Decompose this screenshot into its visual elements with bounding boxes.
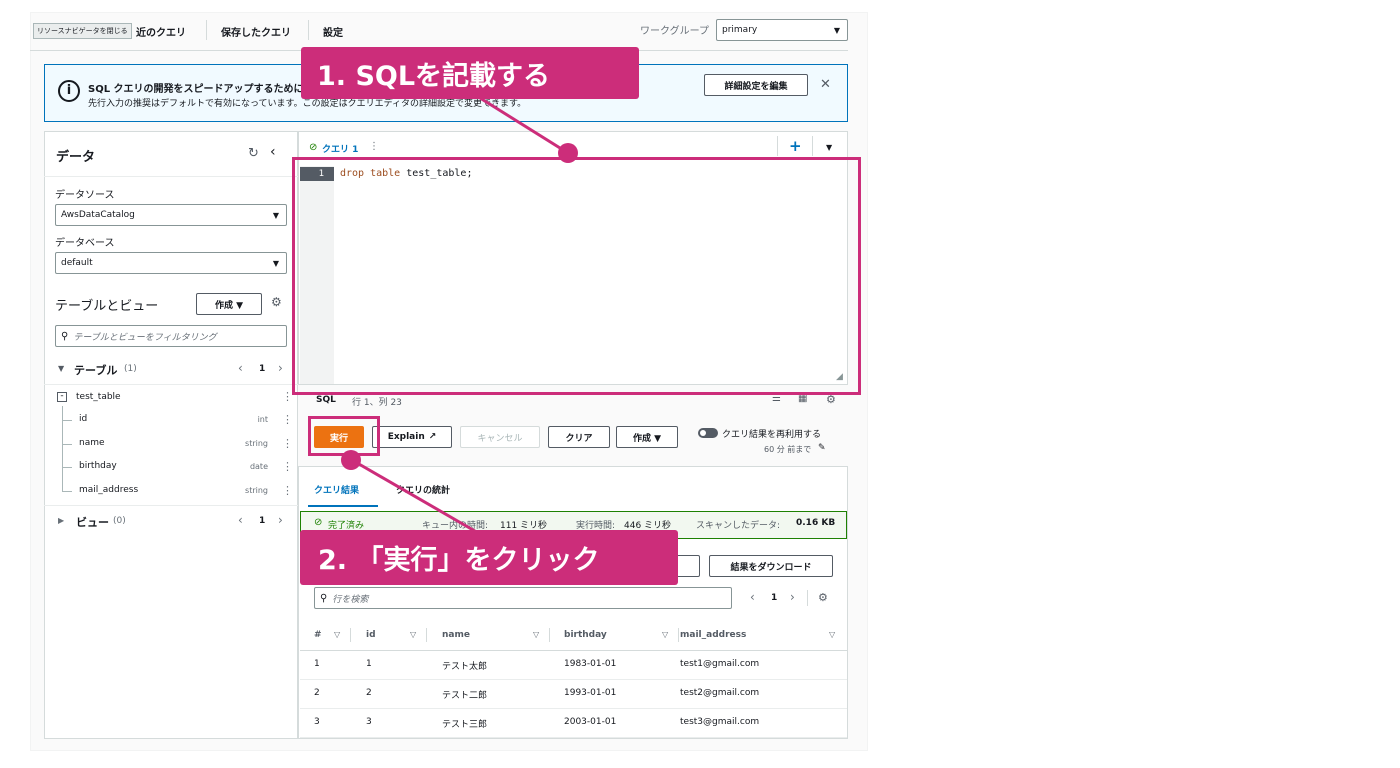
callout-dot xyxy=(341,450,361,470)
connector-step1 xyxy=(479,96,569,155)
callout-connectors xyxy=(351,96,569,536)
callout-dot xyxy=(558,143,578,163)
connector-step2 xyxy=(351,458,481,536)
callout-step2: 2. 「実行」をクリック xyxy=(300,530,678,585)
callout-step1: 1. SQLを記載する xyxy=(301,47,639,99)
